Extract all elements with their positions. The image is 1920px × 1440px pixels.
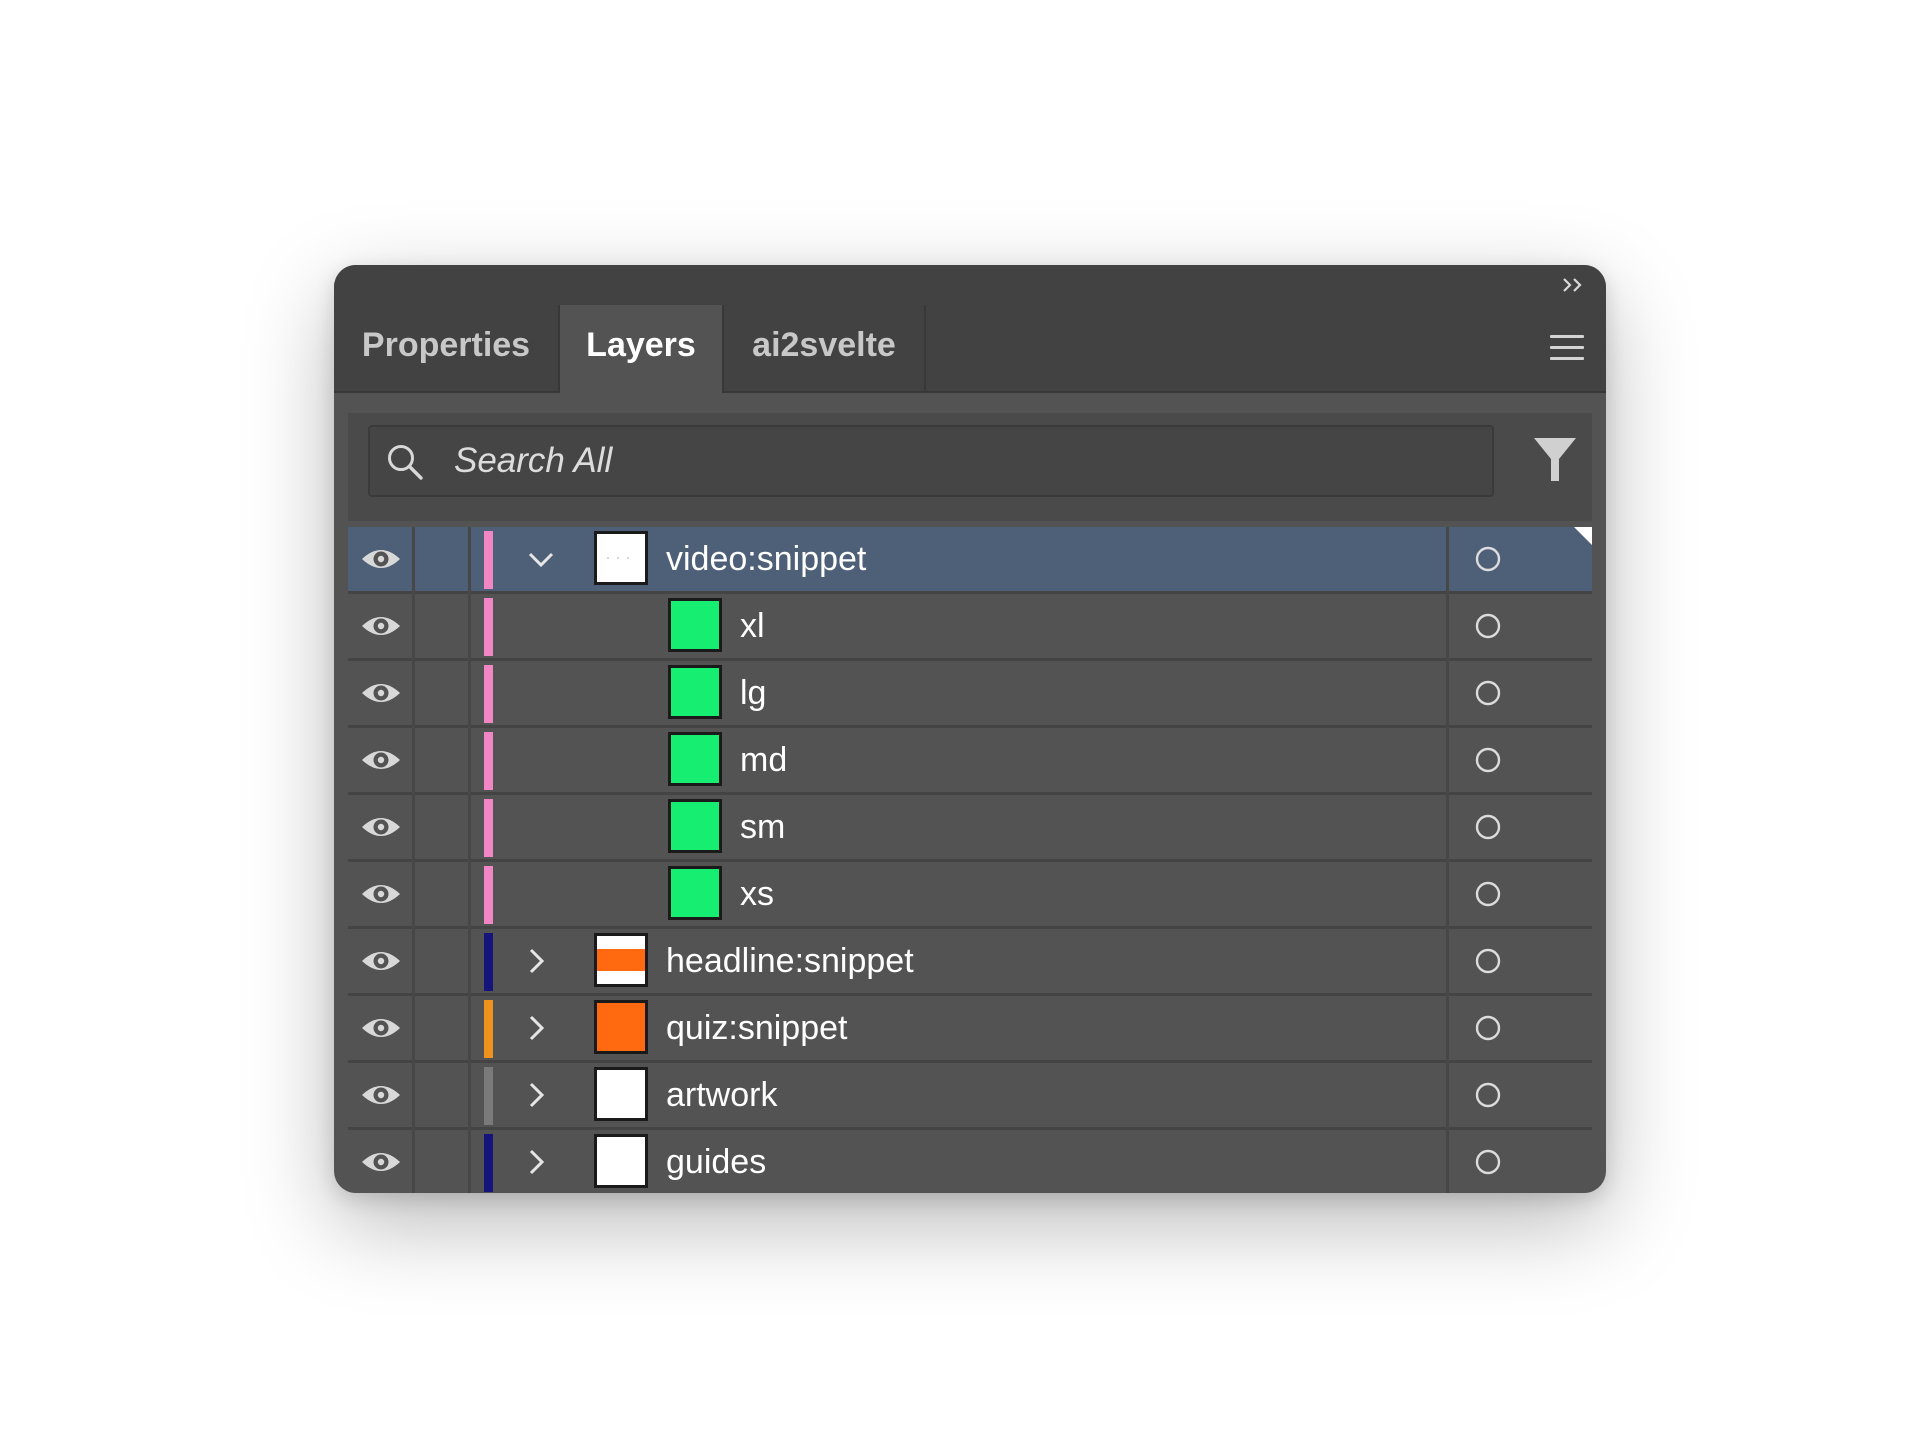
layer-name: headline:snippet (666, 942, 914, 980)
layer-color-indicator (484, 1000, 493, 1058)
selection-corner-indicator (1574, 527, 1592, 545)
layer-name: xl (740, 607, 765, 645)
layer-row[interactable]: guides (348, 1130, 1592, 1193)
layer-row[interactable]: quiz:snippet (348, 996, 1592, 1060)
tab-bar: Properties Layers ai2svelte (334, 305, 1606, 393)
layer-thumbnail (594, 1134, 648, 1188)
chevron-right-icon[interactable] (521, 943, 553, 979)
double-chevron-right-icon[interactable] (1558, 271, 1588, 299)
layer-name: lg (740, 674, 767, 712)
eye-icon[interactable] (358, 805, 404, 849)
layer-row[interactable]: xl (348, 594, 1592, 658)
layer-name: xs (740, 875, 774, 913)
layer-name: artwork (666, 1076, 778, 1114)
layer-row[interactable]: sm (348, 795, 1592, 859)
layers-panel: Properties Layers ai2svelte Search All v… (334, 265, 1606, 1193)
column-divider (468, 527, 471, 1193)
tab-ai2svelte[interactable]: ai2svelte (724, 305, 924, 391)
layer-color-indicator (484, 598, 493, 656)
layer-color-indicator (484, 665, 493, 723)
eye-icon[interactable] (358, 1140, 404, 1184)
tab-divider (924, 305, 926, 391)
chevron-right-icon[interactable] (521, 1077, 553, 1113)
eye-icon[interactable] (358, 939, 404, 983)
layer-name: md (740, 741, 788, 779)
chevron-down-icon[interactable] (525, 541, 557, 577)
layer-thumbnail (594, 531, 648, 585)
eye-icon[interactable] (358, 537, 404, 581)
eye-icon[interactable] (358, 738, 404, 782)
search-bar-area (348, 413, 1592, 521)
layer-name: video:snippet (666, 540, 867, 578)
layer-thumbnail (594, 1000, 648, 1054)
tab-layers[interactable]: Layers (560, 305, 722, 393)
eye-icon[interactable] (358, 604, 404, 648)
eye-icon[interactable] (358, 1006, 404, 1050)
filter-icon[interactable] (1532, 435, 1578, 485)
column-divider (412, 527, 415, 1193)
target-circle-icon[interactable] (1474, 813, 1502, 841)
layer-name: sm (740, 808, 786, 846)
layer-row[interactable]: artwork (348, 1063, 1592, 1127)
layer-color-indicator (484, 1067, 493, 1125)
target-circle-icon[interactable] (1474, 612, 1502, 640)
layer-row[interactable]: headline:snippet (348, 929, 1592, 993)
search-field[interactable] (368, 425, 1494, 497)
layer-color-indicator (484, 531, 493, 589)
layer-thumbnail (668, 732, 722, 786)
hamburger-menu-icon[interactable] (1550, 335, 1584, 361)
eye-icon[interactable] (358, 872, 404, 916)
layer-thumbnail (668, 866, 722, 920)
layer-color-indicator (484, 732, 493, 790)
chevron-right-icon[interactable] (521, 1144, 553, 1180)
target-circle-icon[interactable] (1474, 1081, 1502, 1109)
layer-thumbnail (668, 799, 722, 853)
layer-thumbnail (668, 665, 722, 719)
layer-thumbnail (594, 933, 648, 987)
target-circle-icon[interactable] (1474, 1014, 1502, 1042)
target-circle-icon[interactable] (1474, 746, 1502, 774)
panel-title-bar (334, 265, 1606, 305)
layer-name: quiz:snippet (666, 1009, 848, 1047)
search-icon (384, 441, 428, 485)
layer-row[interactable]: video:snippet (348, 527, 1592, 591)
layer-row[interactable]: xs (348, 862, 1592, 926)
column-divider (1446, 527, 1449, 1193)
layer-name: guides (666, 1143, 767, 1181)
target-circle-icon[interactable] (1474, 947, 1502, 975)
layer-color-indicator (484, 1134, 493, 1192)
layers-list: video:snippet xl lg md sm xs headline:snippet q… (348, 527, 1592, 1193)
layer-color-indicator (484, 866, 493, 924)
layer-color-indicator (484, 933, 493, 991)
target-circle-icon[interactable] (1474, 679, 1502, 707)
tab-properties[interactable]: Properties (334, 305, 558, 391)
layer-row[interactable]: md (348, 728, 1592, 792)
target-circle-icon[interactable] (1474, 1148, 1502, 1176)
target-circle-icon[interactable] (1474, 545, 1502, 573)
layer-thumbnail (594, 1067, 648, 1121)
target-circle-icon[interactable] (1474, 880, 1502, 908)
search-input[interactable] (454, 427, 1474, 495)
eye-icon[interactable] (358, 1073, 404, 1117)
layer-thumbnail (668, 598, 722, 652)
layer-row[interactable]: lg (348, 661, 1592, 725)
layer-color-indicator (484, 799, 493, 857)
chevron-right-icon[interactable] (521, 1010, 553, 1046)
eye-icon[interactable] (358, 671, 404, 715)
